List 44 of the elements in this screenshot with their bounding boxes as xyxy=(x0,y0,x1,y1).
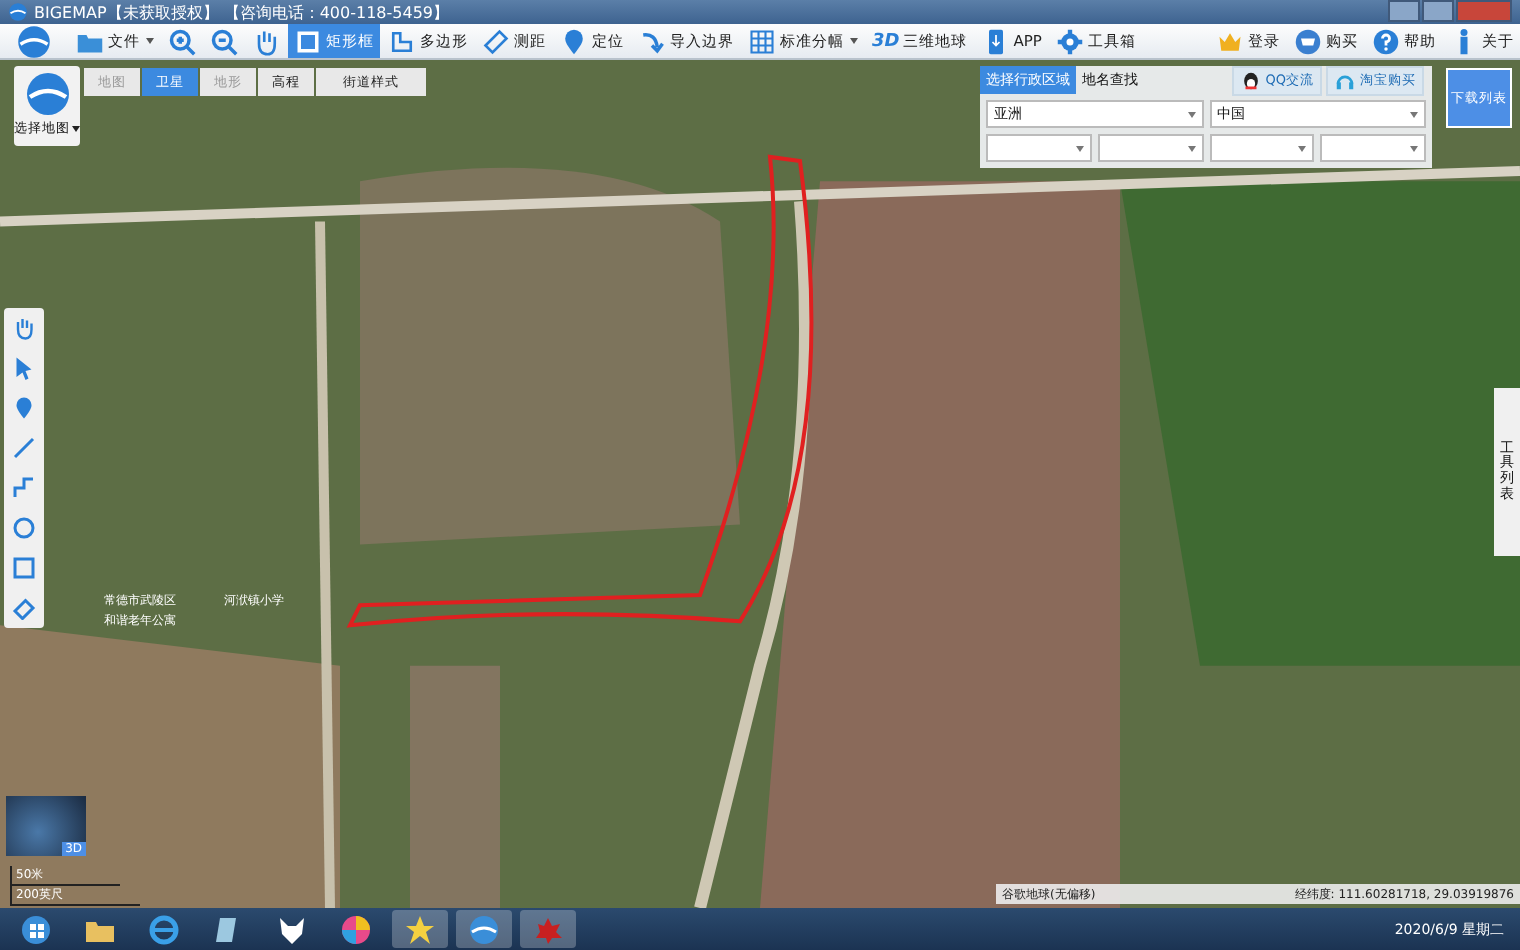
caret-icon xyxy=(1187,145,1195,151)
cart-circle-icon xyxy=(1294,27,1322,55)
square-icon[interactable] xyxy=(12,556,36,580)
caret-icon xyxy=(1298,145,1307,151)
caret-icon xyxy=(146,38,154,44)
browser-icon xyxy=(148,913,180,945)
3d-label: 3D xyxy=(872,31,900,51)
paint-splash-icon xyxy=(532,913,564,945)
polyline-icon[interactable] xyxy=(12,476,36,500)
location-pin-icon[interactable] xyxy=(12,396,36,420)
window-title: BIGEMAP【未获取授权】 【咨询电话：400-118-5459】 xyxy=(34,1,450,23)
dropdown[interactable] xyxy=(1320,134,1426,162)
globe-icon xyxy=(23,70,71,118)
caret-icon xyxy=(850,38,858,44)
windows-logo-icon xyxy=(20,913,52,945)
star-icon xyxy=(404,913,436,945)
zoom-in-icon xyxy=(168,27,196,55)
penguin-icon xyxy=(1239,69,1262,91)
hand-icon xyxy=(252,27,280,55)
polygon-icon xyxy=(388,27,416,55)
hand-icon[interactable] xyxy=(12,316,36,340)
caret-icon xyxy=(72,126,80,132)
caret-icon xyxy=(1187,111,1195,117)
cursor-icon[interactable] xyxy=(12,356,36,380)
zoom-out-icon xyxy=(210,27,238,55)
color-wheel-icon xyxy=(340,913,372,945)
taskbar-app-button[interactable] xyxy=(456,910,512,948)
minimize-button[interactable] xyxy=(1388,0,1420,22)
dropdown[interactable] xyxy=(986,134,1092,162)
dropdown[interactable] xyxy=(1097,134,1203,162)
caret-icon xyxy=(1410,145,1418,151)
fox-icon xyxy=(276,913,308,945)
caret-icon xyxy=(1075,145,1084,151)
maximize-button[interactable] xyxy=(1422,0,1454,22)
dropdown[interactable] xyxy=(1209,134,1315,162)
rectangle-icon xyxy=(294,27,322,55)
grid-icon xyxy=(748,27,776,55)
line-icon[interactable] xyxy=(12,436,36,460)
globe-icon xyxy=(468,913,500,945)
circle-icon[interactable] xyxy=(12,516,36,540)
location-pin-icon xyxy=(560,27,588,55)
help-icon xyxy=(1372,27,1400,55)
arrow-icon xyxy=(638,27,666,55)
caret-icon xyxy=(1410,111,1418,117)
